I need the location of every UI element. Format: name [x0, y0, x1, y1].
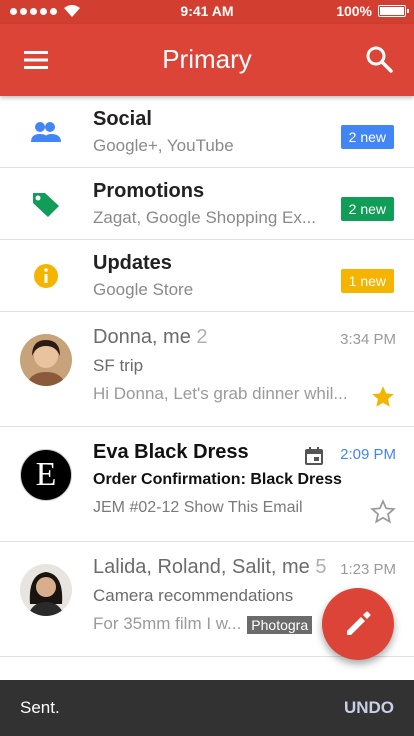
- category-name: Updates: [93, 252, 172, 274]
- info-icon: [34, 264, 58, 288]
- email-time: 1:23 PM: [340, 561, 396, 578]
- email-sender: Lalida, Roland, Salit, me 5: [93, 556, 327, 578]
- thread-count: 2: [196, 326, 208, 348]
- email-time: 2:09 PM: [340, 446, 396, 463]
- email-row[interactable]: Donna, me 2 3:34 PM SF trip Hi Donna, Le…: [0, 312, 414, 427]
- email-time: 3:34 PM: [340, 331, 396, 348]
- category-updates[interactable]: Updates Google Store 1 new: [0, 240, 414, 312]
- tag-icon: [33, 193, 59, 217]
- category-senders: Google Store: [93, 280, 194, 299]
- email-subject: Order Confirmation: Black Dress: [93, 471, 342, 488]
- compose-button[interactable]: [322, 588, 394, 660]
- email-row-partial[interactable]: [0, 657, 414, 680]
- label-chip: Photogra: [247, 615, 313, 634]
- category-promotions[interactable]: Promotions Zagat, Google Shopping Ex... …: [0, 168, 414, 240]
- category-name: Promotions: [93, 180, 205, 202]
- page-title: Primary: [162, 44, 252, 74]
- battery-icon: [378, 5, 409, 17]
- email-subject: Camera recommendations: [93, 586, 294, 605]
- thread-count: 5: [315, 556, 327, 578]
- email-snippet: JEM #02-12 Show This Email: [93, 499, 303, 516]
- star-filled-icon[interactable]: [370, 384, 396, 410]
- email-sender: Eva Black Dress: [93, 441, 249, 463]
- status-bar: 9:41 AM 100%: [0, 0, 414, 24]
- battery-percent: 100%: [336, 3, 372, 19]
- snackbar: Sent. UNDO: [0, 680, 414, 736]
- category-name: Social: [93, 108, 152, 130]
- avatar: [20, 564, 72, 616]
- email-subject: SF trip: [93, 356, 144, 375]
- search-icon[interactable]: [364, 44, 394, 74]
- email-snippet: For 35mm film I w... Photogra: [93, 614, 355, 634]
- category-social[interactable]: Social Google+, YouTube 2 new: [0, 96, 414, 168]
- avatar: E: [20, 449, 72, 501]
- calendar-icon: [305, 447, 323, 465]
- email-row[interactable]: E Eva Black Dress 2:09 PM Order Confirma…: [0, 427, 414, 542]
- new-count-badge[interactable]: 2 new: [340, 197, 394, 221]
- star-outline-icon[interactable]: [370, 499, 396, 525]
- category-senders: Google+, YouTube: [93, 136, 234, 155]
- category-senders: Zagat, Google Shopping Ex...: [93, 208, 317, 227]
- avatar-letter: E: [35, 456, 57, 493]
- email-sender: Donna, me 2: [93, 326, 208, 348]
- avatar: [20, 334, 72, 386]
- snackbar-message: Sent.: [20, 698, 60, 717]
- pencil-icon: [347, 611, 371, 635]
- app-bar: Primary: [0, 24, 414, 96]
- new-count-badge[interactable]: 2 new: [340, 125, 394, 149]
- email-snippet: Hi Donna, Let's grab dinner whil...: [93, 384, 348, 403]
- undo-button[interactable]: UNDO: [344, 698, 394, 718]
- people-icon: [31, 122, 61, 142]
- new-count-badge[interactable]: 1 new: [340, 269, 394, 293]
